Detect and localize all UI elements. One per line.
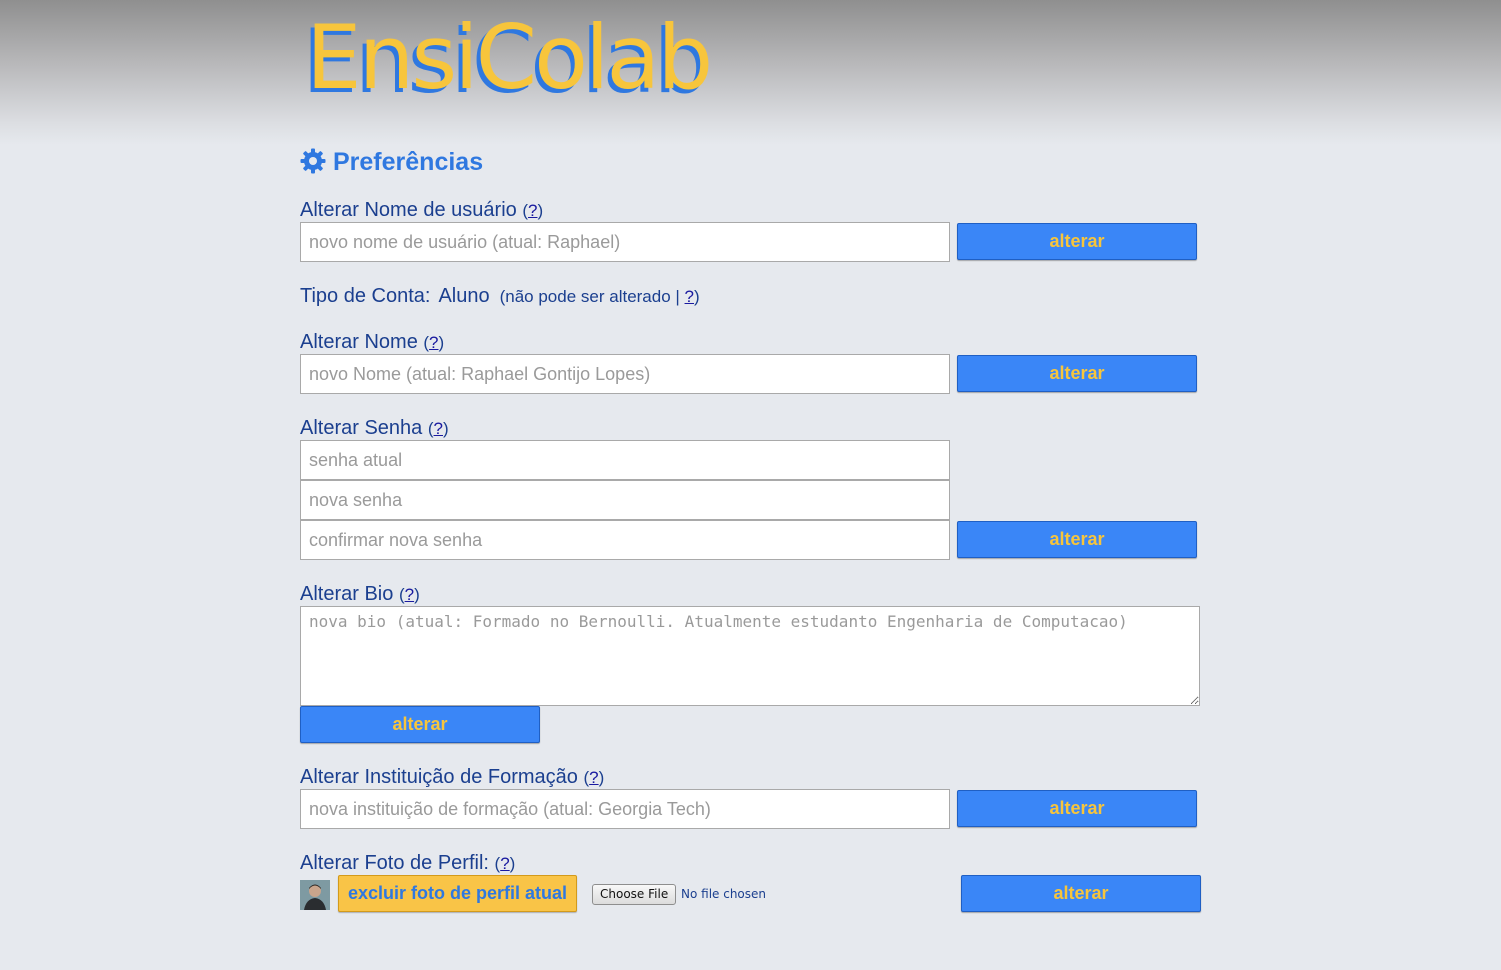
current-password-input[interactable] — [300, 440, 950, 480]
institution-submit-button[interactable]: alterar — [957, 790, 1197, 827]
file-status-text: No file chosen — [681, 887, 767, 901]
username-input[interactable] — [300, 222, 950, 262]
password-section-label: Alterar Senha (?) — [300, 417, 449, 439]
account-type-row: Tipo de Conta: Aluno (não pode ser alterad… — [300, 284, 700, 309]
photo-help-link[interactable]: ? — [500, 854, 509, 873]
header-band — [0, 0, 1501, 145]
confirm-password-input[interactable] — [300, 520, 950, 560]
account-type-help-link[interactable]: ? — [685, 287, 694, 306]
bio-label: Alterar Bio — [300, 583, 394, 605]
avatar — [300, 880, 330, 910]
bio-textarea[interactable] — [300, 606, 1200, 706]
institution-help-link[interactable]: ? — [589, 768, 598, 787]
password-submit-button[interactable]: alterar — [957, 521, 1197, 558]
account-type-note: (não pode ser alterado | — [499, 287, 680, 306]
name-section-label: Alterar Nome (?) — [300, 331, 445, 353]
username-submit-button[interactable]: alterar — [957, 223, 1197, 260]
bio-section-label: Alterar Bio (?) — [300, 583, 420, 605]
account-type-label: Tipo de Conta: — [300, 285, 431, 307]
app-logo[interactable]: EnsiColab — [306, 8, 713, 108]
choose-file-button[interactable]: Choose File — [592, 884, 677, 905]
account-type-value: Aluno — [438, 285, 490, 307]
delete-photo-button[interactable]: excluir foto de perfil atual — [338, 875, 577, 912]
password-help-link[interactable]: ? — [434, 419, 443, 438]
name-label: Alterar Nome — [300, 331, 418, 353]
username-help-link[interactable]: ? — [528, 201, 537, 220]
username-label: Alterar Nome de usuário — [300, 199, 517, 221]
bio-help-link[interactable]: ? — [405, 585, 414, 604]
name-help-link[interactable]: ? — [429, 333, 438, 352]
name-input[interactable] — [300, 354, 950, 394]
page-title: Preferências — [333, 148, 484, 176]
account-type-note-end: ) — [694, 287, 700, 306]
avatar-person-icon — [300, 880, 330, 910]
password-label: Alterar Senha — [300, 417, 423, 439]
photo-submit-button[interactable]: alterar — [961, 875, 1201, 912]
photo-section-label: Alterar Foto de Perfil: (?) — [300, 852, 516, 874]
institution-input[interactable] — [300, 789, 950, 829]
bio-submit-button[interactable]: alterar — [300, 706, 540, 743]
name-submit-button[interactable]: alterar — [957, 355, 1197, 392]
new-password-input[interactable] — [300, 480, 950, 520]
institution-label: Alterar Instituição de Formação — [300, 766, 578, 788]
username-section-label: Alterar Nome de usuário (?) — [300, 199, 544, 221]
gear-icon — [300, 148, 326, 174]
institution-section-label: Alterar Instituição de Formação (?) — [300, 766, 605, 788]
photo-label: Alterar Foto de Perfil: — [300, 852, 489, 874]
